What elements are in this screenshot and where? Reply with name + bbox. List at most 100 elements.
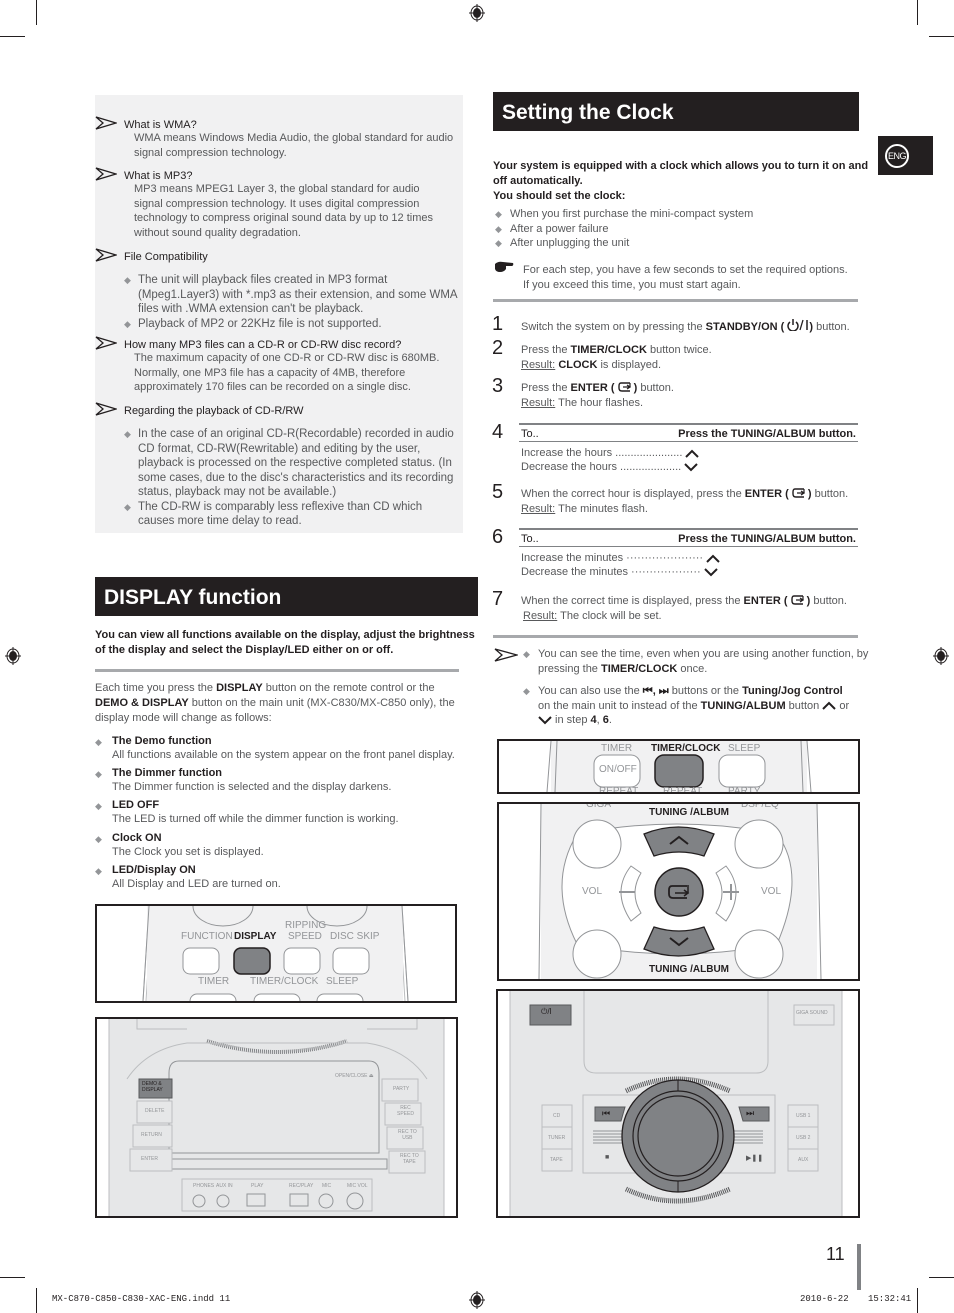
language-tab: ENG xyxy=(878,136,933,175)
clock-note-1: You can see the time, even when you are … xyxy=(523,647,868,676)
label-ripping: RIPPING xyxy=(285,920,327,931)
crop-mark xyxy=(0,1277,25,1278)
note-bullets: The unit will playback files created in … xyxy=(124,273,458,331)
label-vol-left: VOL xyxy=(582,886,603,897)
registration-mark-icon xyxy=(933,647,949,665)
diamond-bullet-icon: ◆ xyxy=(95,834,102,844)
unit-drawing xyxy=(108,1019,445,1216)
remote-timer-clock-illustration: TIMER TIMER/CLOCK SLEEP ON/OFF REPEAT RE… xyxy=(497,739,860,794)
pointing-hand-icon xyxy=(495,261,514,272)
crop-mark xyxy=(36,1288,37,1313)
label-tuning-album-up: TUNING /ALBUM xyxy=(649,807,729,818)
when-item: After unplugging the unit xyxy=(495,236,753,251)
page-number: 11 xyxy=(826,1244,845,1264)
step-3-text: Press the ENTER ( ) button. Result: The … xyxy=(521,382,674,409)
usb1-button-label: USB 1 xyxy=(796,1113,811,1119)
note-bullet: In the case of an original CD-R(Recordab… xyxy=(124,427,454,500)
note-bullet: The CD-RW is comparably less reflexive t… xyxy=(124,500,454,529)
next-button-label: ⏭ xyxy=(746,1108,755,1118)
table-header: To.. Press the TUNING/ALBUM button. xyxy=(519,425,858,442)
clock-note-2: You can also use the ⏮, ⏭ buttons or the… xyxy=(523,684,849,728)
slug-time: 15:32:41 xyxy=(868,1294,912,1304)
rec-play-label: REC/PLAY xyxy=(289,1183,314,1189)
divider xyxy=(493,299,858,302)
usb2-button-label: USB 2 xyxy=(796,1135,811,1141)
label-sleep: SLEEP xyxy=(728,743,761,754)
power-button-label: ⏻/I xyxy=(541,1007,552,1016)
rec-speed-button-label: REC SPEED xyxy=(397,1105,414,1117)
registration-mark-icon xyxy=(5,647,21,665)
section-title-clock: Setting the Clock xyxy=(493,92,859,131)
display-paragraph: Each time you press the DISPLAY button o… xyxy=(95,682,455,724)
cd-button-label: CD xyxy=(553,1113,561,1119)
aux-button-label: AUX xyxy=(798,1157,809,1163)
step-5-text: When the correct hour is displayed, pres… xyxy=(521,488,849,515)
crop-mark xyxy=(0,36,25,37)
registration-mark-icon xyxy=(469,1291,485,1309)
enter-icon xyxy=(790,595,804,605)
step-number: 4 xyxy=(492,421,504,443)
label-tuning-album-down: TUNING /ALBUM xyxy=(649,964,729,975)
chevron-up-icon xyxy=(822,701,837,710)
enter-button-label: ENTER xyxy=(141,1156,158,1162)
note-body: WMA means Windows Media Audio, the globa… xyxy=(134,132,454,159)
slug-filename: MX-C870-C850-C830-XAC-ENG.indd 11 xyxy=(52,1294,231,1304)
diamond-bullet-icon: ◆ xyxy=(95,769,102,779)
prev-button-label: ⏮ xyxy=(602,1108,611,1118)
rec-tape-button-label: REC TO TAPE xyxy=(400,1153,419,1165)
return-button-label: RETURN xyxy=(141,1132,162,1138)
label-timer: TIMER xyxy=(198,976,230,987)
label-repeat: REPEAT xyxy=(663,786,703,794)
label-vol-right: VOL xyxy=(761,886,782,897)
table-row: Decrease the minutes ··················· xyxy=(519,566,858,580)
clock-tip: For each step, you have a few seconds to… xyxy=(523,264,848,291)
note-body: MP3 means MPEG1 Layer 3, the global stan… xyxy=(134,183,434,239)
play-pause-button-label: ▶❚❚ xyxy=(746,1155,764,1162)
tuner-button-label: TUNER xyxy=(548,1135,566,1141)
chevron-up-icon xyxy=(706,554,720,563)
main-unit-jog-illustration: ⏻/I GIGA SOUND CD TUNER TAPE USB 1 USB 2… xyxy=(496,989,860,1218)
label-dsp-eq: DSP/EQ xyxy=(741,802,779,810)
table-row: Increase the hours .....................… xyxy=(519,447,858,461)
table-row: Decrease the hours .................... xyxy=(519,461,858,475)
label-repeat: REPEAT xyxy=(599,786,639,794)
display-intro: You can view all functions available on … xyxy=(95,629,475,656)
slug-date: 2010-6-22 xyxy=(800,1294,849,1304)
page-number-bar xyxy=(857,1244,861,1290)
crop-mark xyxy=(917,0,918,25)
when-item: When you first purchase the mini-compact… xyxy=(495,207,753,222)
note-arrow-icon xyxy=(95,116,117,130)
label-on-off: ON/OFF xyxy=(599,764,637,775)
step-number: 5 xyxy=(492,481,504,503)
step-1-text: Switch the system on by pressing the STA… xyxy=(521,319,850,333)
step-number: 3 xyxy=(492,375,504,397)
note-arrow-icon xyxy=(494,648,518,662)
label-sleep: SLEEP xyxy=(326,976,359,987)
label-giga: GIGA xyxy=(586,802,612,810)
label-disc-skip: DISC SKIP xyxy=(330,931,380,942)
clock-when-list: When you first purchase the mini-compact… xyxy=(495,207,753,251)
label-display: DISPLAY xyxy=(234,931,277,942)
stop-button-label: ■ xyxy=(605,1154,610,1161)
divider xyxy=(95,669,459,672)
divider xyxy=(493,635,858,638)
when-item: After a power failure xyxy=(495,222,753,237)
label-timer-clock: TIMER/CLOCK xyxy=(250,976,319,987)
crop-mark xyxy=(929,1277,954,1278)
power-icon xyxy=(787,319,809,332)
party-button-label: PARTY xyxy=(393,1086,410,1092)
note-arrow-icon xyxy=(95,248,117,262)
note-arrow-icon xyxy=(95,167,117,181)
remote-display-illustration: FUNCTION DISPLAY RIPPING SPEED DISC SKIP… xyxy=(95,904,457,1003)
demo-display-button: DEMO & DISPLAY xyxy=(142,1081,163,1093)
chevron-down-icon xyxy=(538,715,552,725)
label-timer-clock: TIMER/CLOCK xyxy=(651,743,721,754)
clock-intro: Your system is equipped with a clock whi… xyxy=(493,160,869,202)
enter-icon xyxy=(617,382,631,392)
step-number: 6 xyxy=(492,526,504,548)
eng-badge: ENG xyxy=(885,144,909,168)
mic-label: MIC xyxy=(322,1183,332,1189)
aux-in-label: AUX IN xyxy=(216,1183,233,1189)
tape-button-label: TAPE xyxy=(550,1157,563,1163)
label-party: PARTY xyxy=(728,786,761,794)
